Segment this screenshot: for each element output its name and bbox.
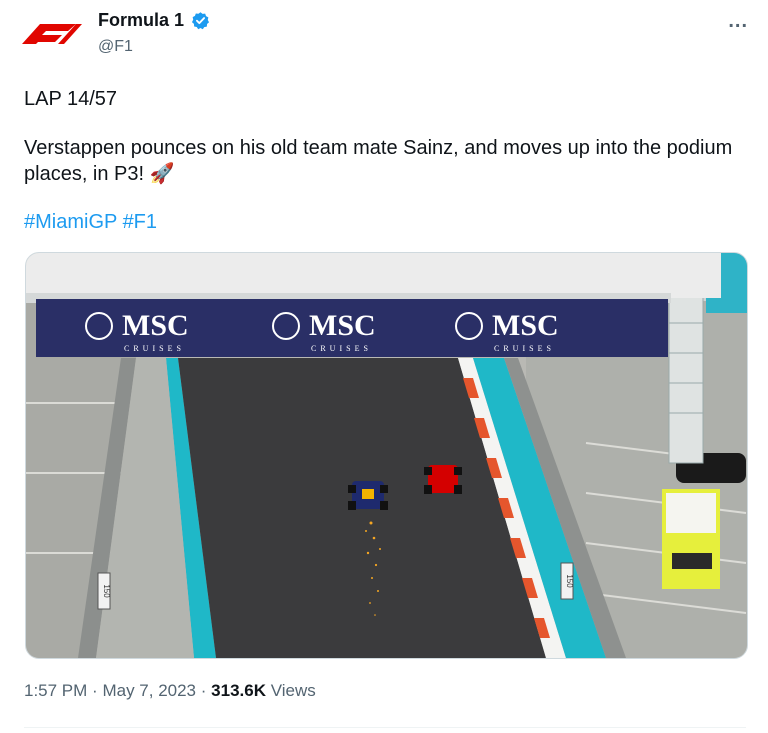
tweet-metadata: 1:57 PM · May 7, 2023 · 313.6K Views bbox=[24, 680, 316, 702]
display-name[interactable]: Formula 1 bbox=[98, 8, 184, 32]
hashtag-f1[interactable]: #F1 bbox=[123, 211, 157, 233]
distance-board-left: 150 bbox=[102, 584, 111, 598]
divider bbox=[24, 727, 746, 728]
red-bull-car bbox=[348, 481, 388, 510]
tweet-hashtags: #MiamiGP #F1 bbox=[24, 209, 157, 235]
more-options-icon[interactable]: ... bbox=[728, 10, 748, 33]
handle[interactable]: @F1 bbox=[98, 36, 210, 58]
tweet-text-line-2: Verstappen pounces on his old team mate … bbox=[24, 137, 733, 185]
ambulance bbox=[662, 489, 720, 589]
tweet-header: Formula 1 @F1 ... bbox=[18, 4, 748, 56]
distance-board-right: 150 bbox=[565, 574, 574, 588]
views-label: Views bbox=[270, 681, 316, 700]
tweet-card: Formula 1 @F1 ... LAP 14/57 Verstappen p… bbox=[0, 0, 768, 733]
views-count: 313.6K bbox=[211, 681, 266, 700]
svg-text:CRUISES: CRUISES bbox=[124, 344, 185, 353]
tweet-date[interactable]: May 7, 2023 bbox=[102, 681, 196, 700]
svg-text:CRUISES: CRUISES bbox=[311, 344, 372, 353]
svg-text:CRUISES: CRUISES bbox=[494, 344, 555, 353]
race-track-photo: 150 150 MSC CRUISES MSC CRUISES MSC CRUI… bbox=[26, 253, 747, 658]
tweet-text-line-1: LAP 14/57 bbox=[24, 88, 118, 110]
svg-text:MSC: MSC bbox=[309, 309, 376, 342]
hashtag-miamigp[interactable]: #MiamiGP bbox=[24, 211, 117, 233]
ferrari-car bbox=[424, 465, 462, 494]
tweet-media-image[interactable]: 150 150 MSC CRUISES MSC CRUISES MSC CRUI… bbox=[25, 252, 748, 659]
svg-text:MSC: MSC bbox=[122, 309, 189, 342]
svg-text:MSC: MSC bbox=[492, 309, 559, 342]
meta-separator: · bbox=[92, 681, 98, 700]
tweet-time[interactable]: 1:57 PM bbox=[24, 681, 87, 700]
verified-badge-icon bbox=[192, 11, 210, 29]
meta-separator: · bbox=[200, 681, 207, 700]
f1-logo-avatar[interactable] bbox=[18, 14, 86, 52]
account-names: Formula 1 @F1 bbox=[98, 8, 210, 58]
